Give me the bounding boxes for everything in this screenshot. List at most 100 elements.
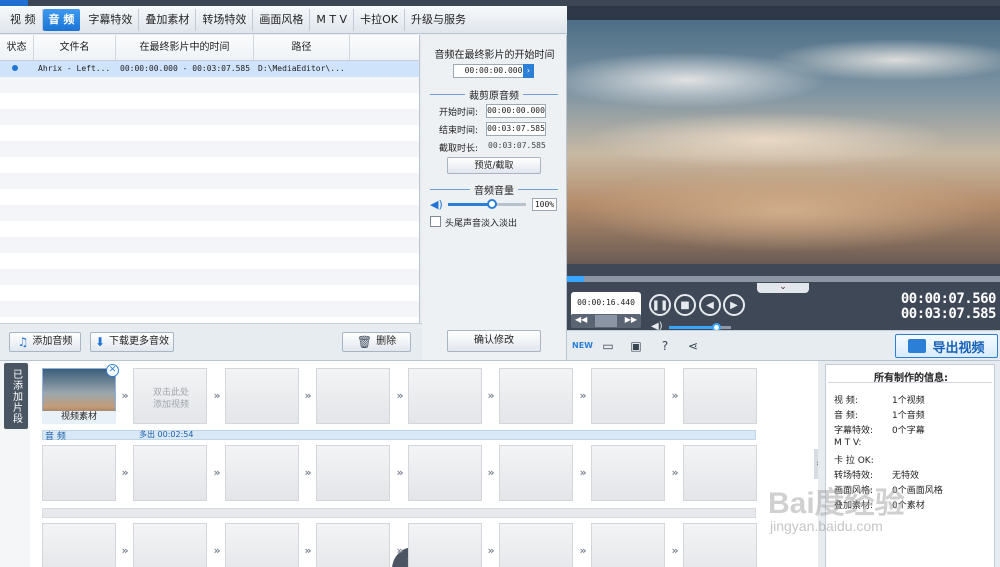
audio-settings-panel: 音频在最终影片的开始时间 00:00:00.000 › 裁剪原音频 开始时间: … <box>422 35 567 360</box>
pause-icon[interactable]: ❚❚ <box>649 294 671 316</box>
export-video-button[interactable]: 导出视频 <box>895 334 998 358</box>
start-time-arrow-icon[interactable]: › <box>523 64 534 78</box>
empty-clip-slot[interactable] <box>683 445 757 501</box>
tab-karaoke[interactable]: 卡拉OK <box>354 8 405 31</box>
info-subtitle-label: 字幕特效: <box>834 426 874 436</box>
sequence-arrow-icon: » <box>121 544 129 557</box>
list-item[interactable]: Ahrix - Left... 00:00:00.000 - 00:03:07.… <box>0 61 419 77</box>
volume-value[interactable]: 100% <box>532 198 557 211</box>
empty-clip-slot[interactable] <box>591 445 665 501</box>
fade-checkbox[interactable] <box>430 216 441 227</box>
empty-row <box>0 93 419 109</box>
remove-clip-icon[interactable]: ✕ <box>106 364 119 377</box>
sequence-arrow-icon: » <box>671 544 679 557</box>
active-dot-icon <box>12 65 18 71</box>
empty-clip-slot[interactable] <box>683 523 757 567</box>
empty-row <box>0 269 419 285</box>
share-icon[interactable]: ⋖ <box>686 339 700 353</box>
divider <box>523 94 558 95</box>
empty-clip-slot[interactable] <box>42 445 116 501</box>
new-project-icon[interactable]: NEW <box>572 339 593 353</box>
empty-clip-slot[interactable] <box>408 368 482 424</box>
save-icon[interactable]: ▣ <box>629 339 643 353</box>
empty-clip-slot[interactable] <box>316 368 390 424</box>
empty-clip-slot[interactable] <box>499 523 573 567</box>
empty-clip-slot[interactable] <box>316 445 390 501</box>
empty-clip-slot[interactable] <box>683 368 757 424</box>
help-icon[interactable]: ? <box>658 339 672 353</box>
empty-clip-slot[interactable] <box>499 445 573 501</box>
start-time-title: 音频在最终影片的开始时间 <box>434 50 555 61</box>
empty-row <box>0 237 419 253</box>
stop-icon[interactable]: ■ <box>674 294 696 316</box>
collapse-tab-icon[interactable]: ⌄ <box>757 283 809 293</box>
empty-clip-slot[interactable] <box>42 523 116 567</box>
tab-overlay[interactable]: 叠加素材 <box>139 8 197 31</box>
video-preview <box>567 6 1000 264</box>
duration-label: 截取时长: <box>439 144 479 154</box>
info-overlay-label: 叠加素材: <box>834 501 874 511</box>
column-status[interactable]: 状态 <box>0 35 34 60</box>
sequence-arrow-icon: » <box>396 466 404 479</box>
speaker-icon[interactable]: ◀) <box>430 198 443 211</box>
column-filename[interactable]: 文件名 <box>34 35 116 60</box>
tab-transition[interactable]: 转场特效 <box>196 8 254 31</box>
player-volume-slider[interactable] <box>669 323 731 332</box>
tab-video[interactable]: 视 频 <box>4 8 43 31</box>
column-time[interactable]: 在最终影片中的时间 <box>116 35 254 60</box>
empty-clip-slot[interactable] <box>408 523 482 567</box>
volume-knob[interactable] <box>487 199 498 209</box>
download-more-sounds-button[interactable]: ⬇ 下载更多音效 <box>90 332 174 352</box>
info-overlay-value: 0个素材 <box>892 501 925 511</box>
timeline-panel: 已添加片段 ✕ 视频素材 双击此处 添加视频 音 频 多出 00:02:54 ✂… <box>0 360 822 567</box>
added-clips-tab[interactable]: 已添加片段 <box>4 363 28 429</box>
empty-clip-slot[interactable] <box>316 523 390 567</box>
volume-slider[interactable] <box>448 199 526 209</box>
trim-start-input[interactable]: 00:00:00.000 <box>486 104 546 118</box>
sequence-arrow-icon: » <box>213 466 221 479</box>
list-button-bar: ♫ 添加音频 ⬇ 下载更多音效 🗑 删除 <box>0 323 422 360</box>
empty-clip-slot[interactable] <box>591 523 665 567</box>
empty-clip-slot[interactable] <box>408 445 482 501</box>
empty-clip-slot[interactable] <box>591 368 665 424</box>
empty-clip-slot[interactable] <box>499 368 573 424</box>
empty-clip-slot[interactable] <box>225 368 299 424</box>
sequence-arrow-icon: » <box>213 544 221 557</box>
previous-icon[interactable]: ◀ <box>699 294 721 316</box>
empty-track-bar <box>42 508 756 518</box>
tab-mtv[interactable]: M T V <box>310 8 355 31</box>
step-back-icon[interactable]: ◀◀ <box>575 315 587 324</box>
tab-audio[interactable]: 音 频 <box>42 8 81 31</box>
info-transition-value: 无特效 <box>892 471 920 481</box>
sequence-arrow-icon: » <box>671 389 679 402</box>
end-time-label: 结束时间: <box>439 126 479 136</box>
tab-picture-style[interactable]: 画面风格 <box>253 8 311 31</box>
sequence-arrow-icon: » <box>213 389 221 402</box>
trim-end-input[interactable]: 00:03:07.585 <box>486 122 546 136</box>
empty-clip-slot[interactable] <box>133 445 207 501</box>
add-audio-button[interactable]: ♫ 添加音频 <box>9 332 81 352</box>
start-time-input[interactable]: 00:00:00.000 <box>453 64 534 78</box>
preview-trim-button[interactable]: 预览/截取 <box>447 157 541 174</box>
next-icon[interactable]: ▶ <box>723 294 745 316</box>
open-folder-icon[interactable]: ▭ <box>601 339 615 353</box>
empty-clip-slot[interactable] <box>133 523 207 567</box>
sequence-arrow-icon: » <box>304 466 312 479</box>
audio-track-bar[interactable]: 音 频 多出 00:02:54 <box>42 430 756 442</box>
tab-subtitle-effects[interactable]: 字幕特效 <box>82 8 140 31</box>
volume-fill <box>448 203 493 206</box>
empty-row <box>0 301 419 317</box>
add-video-slot[interactable]: 双击此处 添加视频 <box>133 368 207 424</box>
delete-button[interactable]: 🗑 删除 <box>342 332 411 352</box>
empty-row <box>0 141 419 157</box>
confirm-changes-button[interactable]: 确认修改 <box>447 330 541 352</box>
step-forward-icon[interactable]: ▶▶ <box>625 315 637 324</box>
empty-clip-slot[interactable] <box>225 445 299 501</box>
info-subtitle-value: 0个字幕 <box>892 426 925 436</box>
frame-stepper[interactable]: ◀◀ ▶▶ <box>571 314 641 328</box>
empty-clip-slot[interactable] <box>225 523 299 567</box>
divider <box>828 382 992 383</box>
music-note-icon: ♫ <box>17 335 29 349</box>
column-path[interactable]: 路径 <box>254 35 350 60</box>
tab-upgrade-service[interactable]: 升级与服务 <box>405 9 472 31</box>
